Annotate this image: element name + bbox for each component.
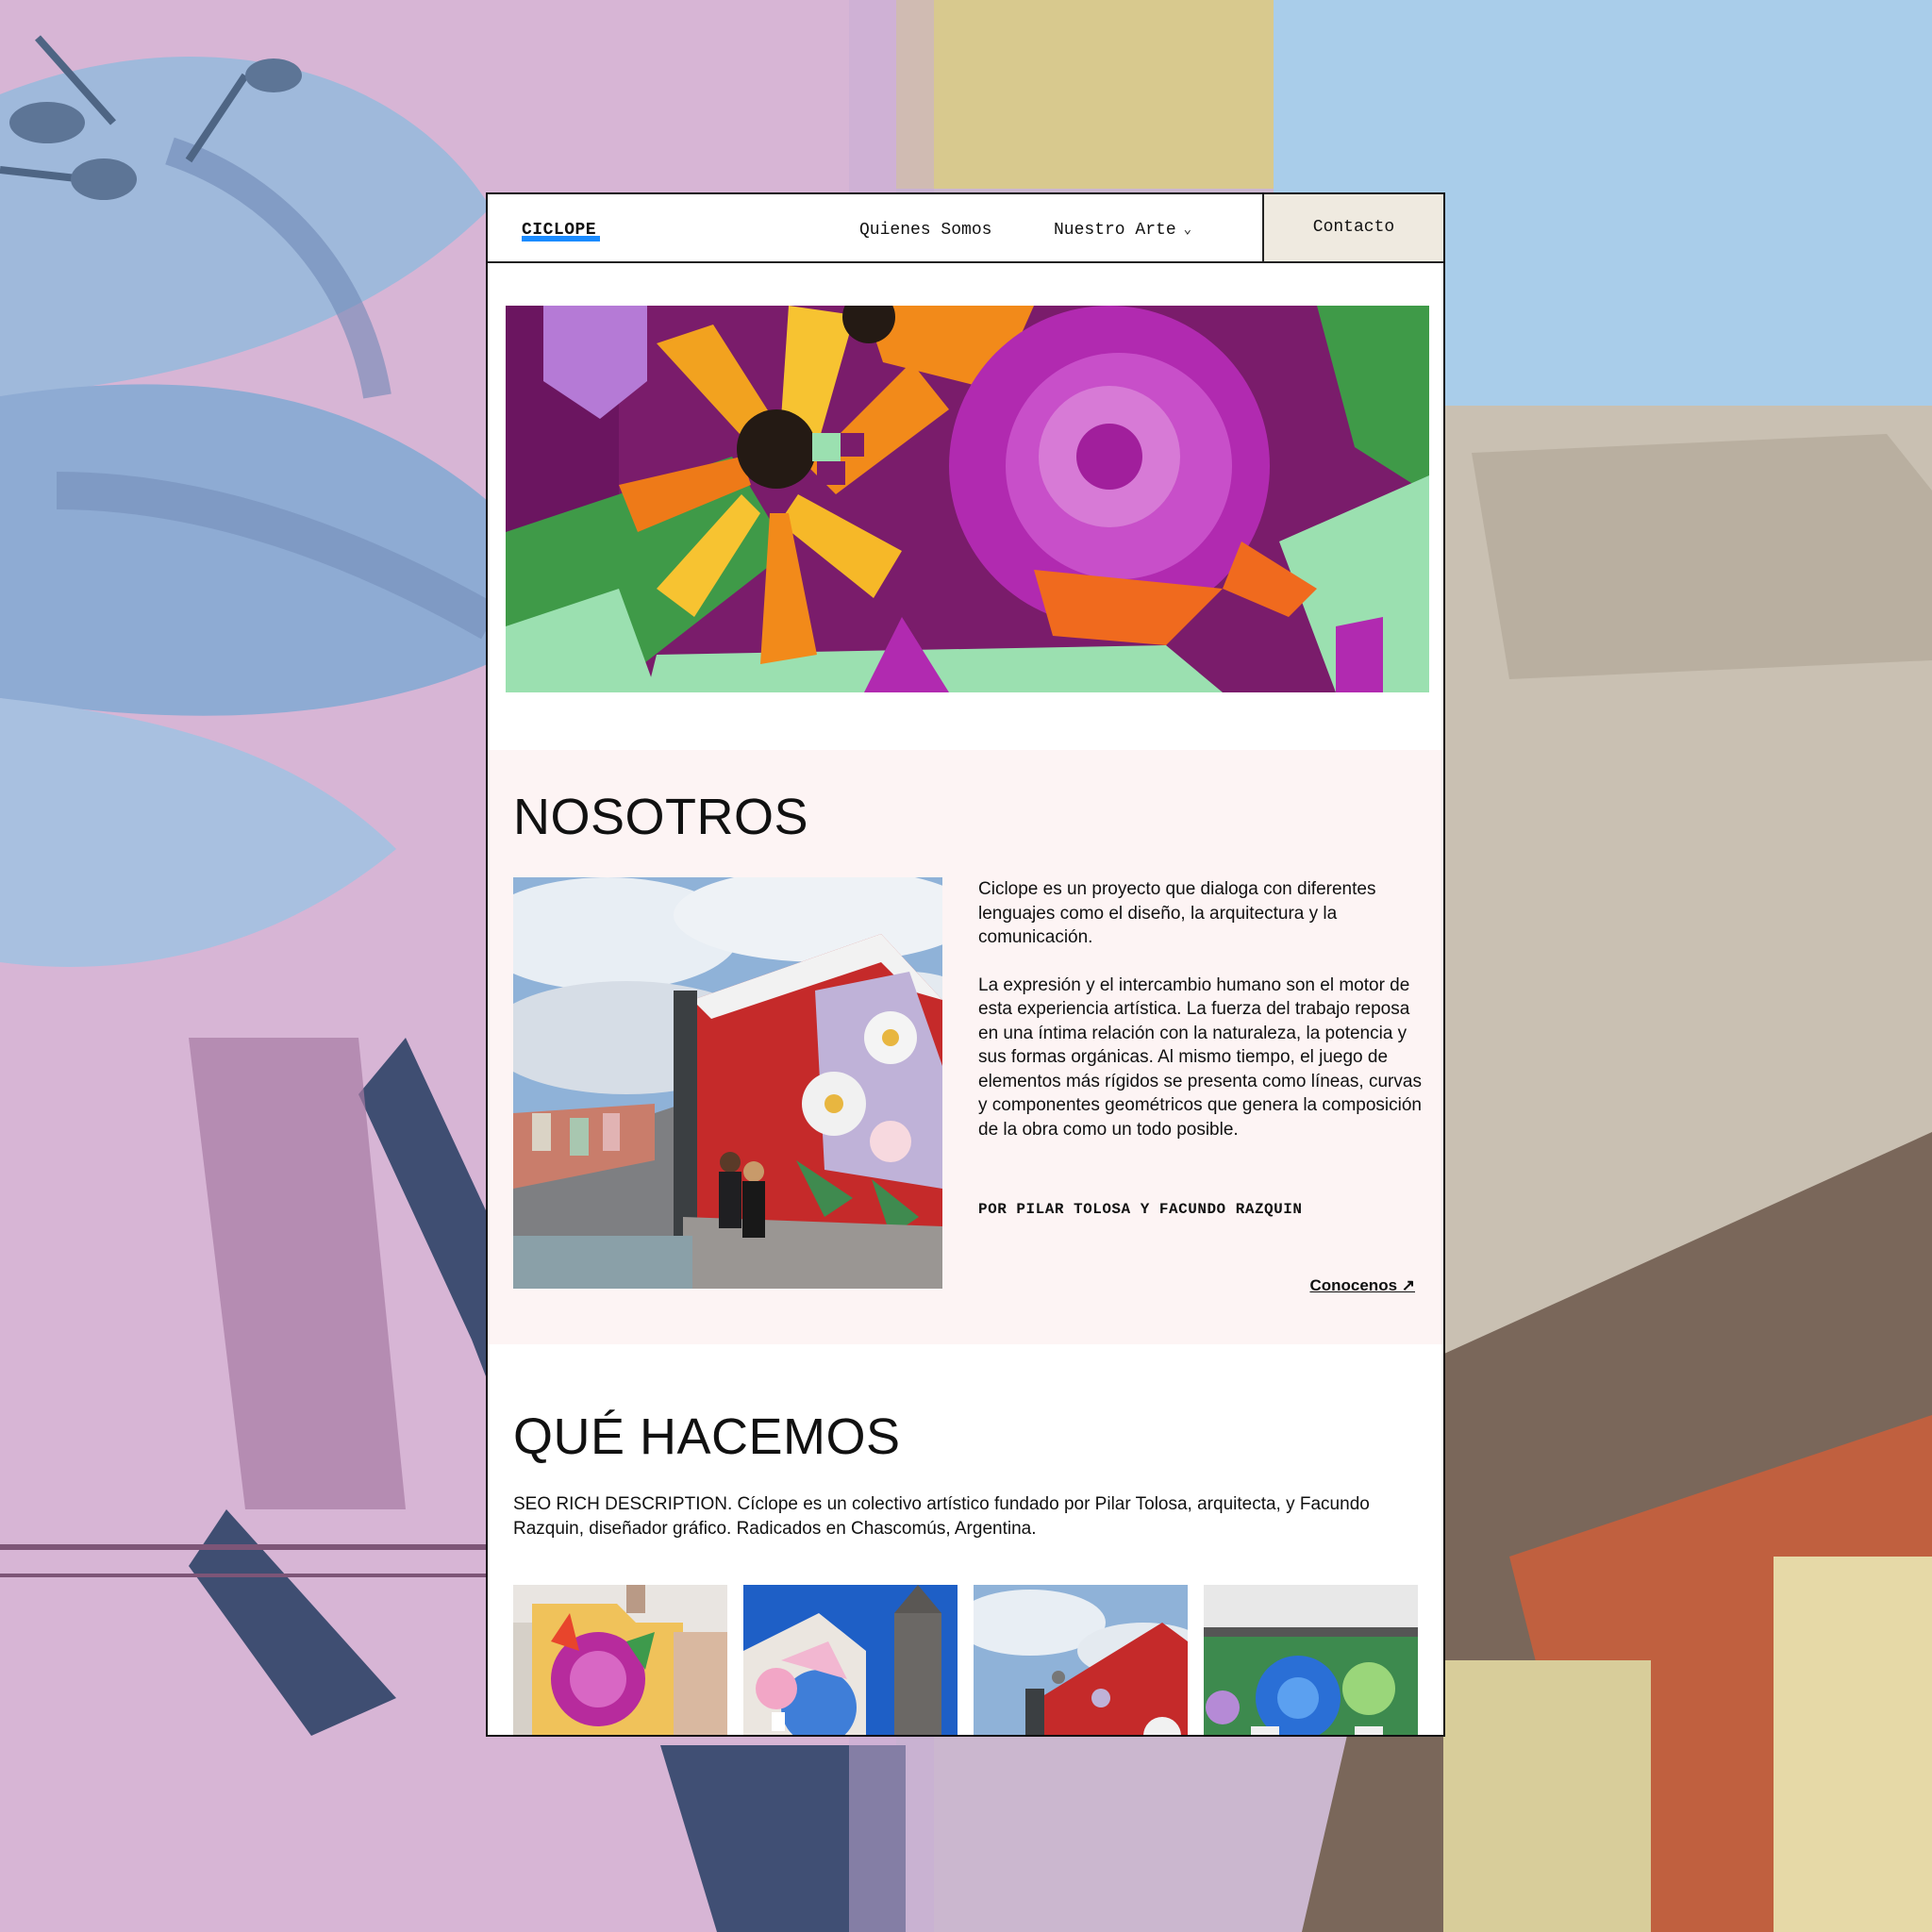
nosotros-section: NOSOTROS Ciclope es un proyecto que dial… [488, 750, 1443, 1344]
nav-nuestro-arte-label: Nuestro Arte [1054, 221, 1176, 240]
gallery-thumbnail[interactable] [743, 1585, 958, 1735]
nosotros-byline: POR PILAR TOLOSA Y FACUNDO RAZQUIN [978, 1201, 1303, 1218]
contact-button[interactable]: Contacto [1262, 194, 1443, 261]
logo-underline [522, 236, 600, 242]
nosotros-paragraph-2: La expresión y el intercambio humano son… [978, 974, 1422, 1140]
nav-quienes-somos[interactable]: Quienes Somos [859, 221, 991, 240]
nosotros-photo [513, 877, 942, 1289]
que-hacemos-title: QUÉ HACEMOS [513, 1408, 901, 1465]
nosotros-text: Ciclope es un proyecto que dialoga con d… [978, 877, 1422, 1165]
nav-nuestro-arte[interactable]: Nuestro Arte ⌄ [1054, 221, 1191, 240]
work-gallery [513, 1585, 1419, 1735]
gallery-thumbnail[interactable] [974, 1585, 1188, 1735]
chevron-down-icon: ⌄ [1183, 223, 1192, 238]
website-window: CICLOPE Quienes Somos Nuestro Arte ⌄ Cont… [486, 192, 1445, 1737]
nosotros-paragraph-1: Ciclope es un proyecto que dialoga con d… [978, 879, 1376, 947]
site-header: CICLOPE Quienes Somos Nuestro Arte ⌄ Cont… [488, 194, 1443, 263]
gallery-thumbnail[interactable] [513, 1585, 727, 1735]
que-hacemos-description: SEO RICH DESCRIPTION. Cíclope es un cole… [513, 1494, 1370, 1539]
hero-mural-image [506, 306, 1429, 692]
nosotros-title: NOSOTROS [513, 789, 809, 845]
conocenos-link[interactable]: Conocenos ↗ [1309, 1276, 1415, 1295]
gallery-thumbnail[interactable] [1204, 1585, 1418, 1735]
